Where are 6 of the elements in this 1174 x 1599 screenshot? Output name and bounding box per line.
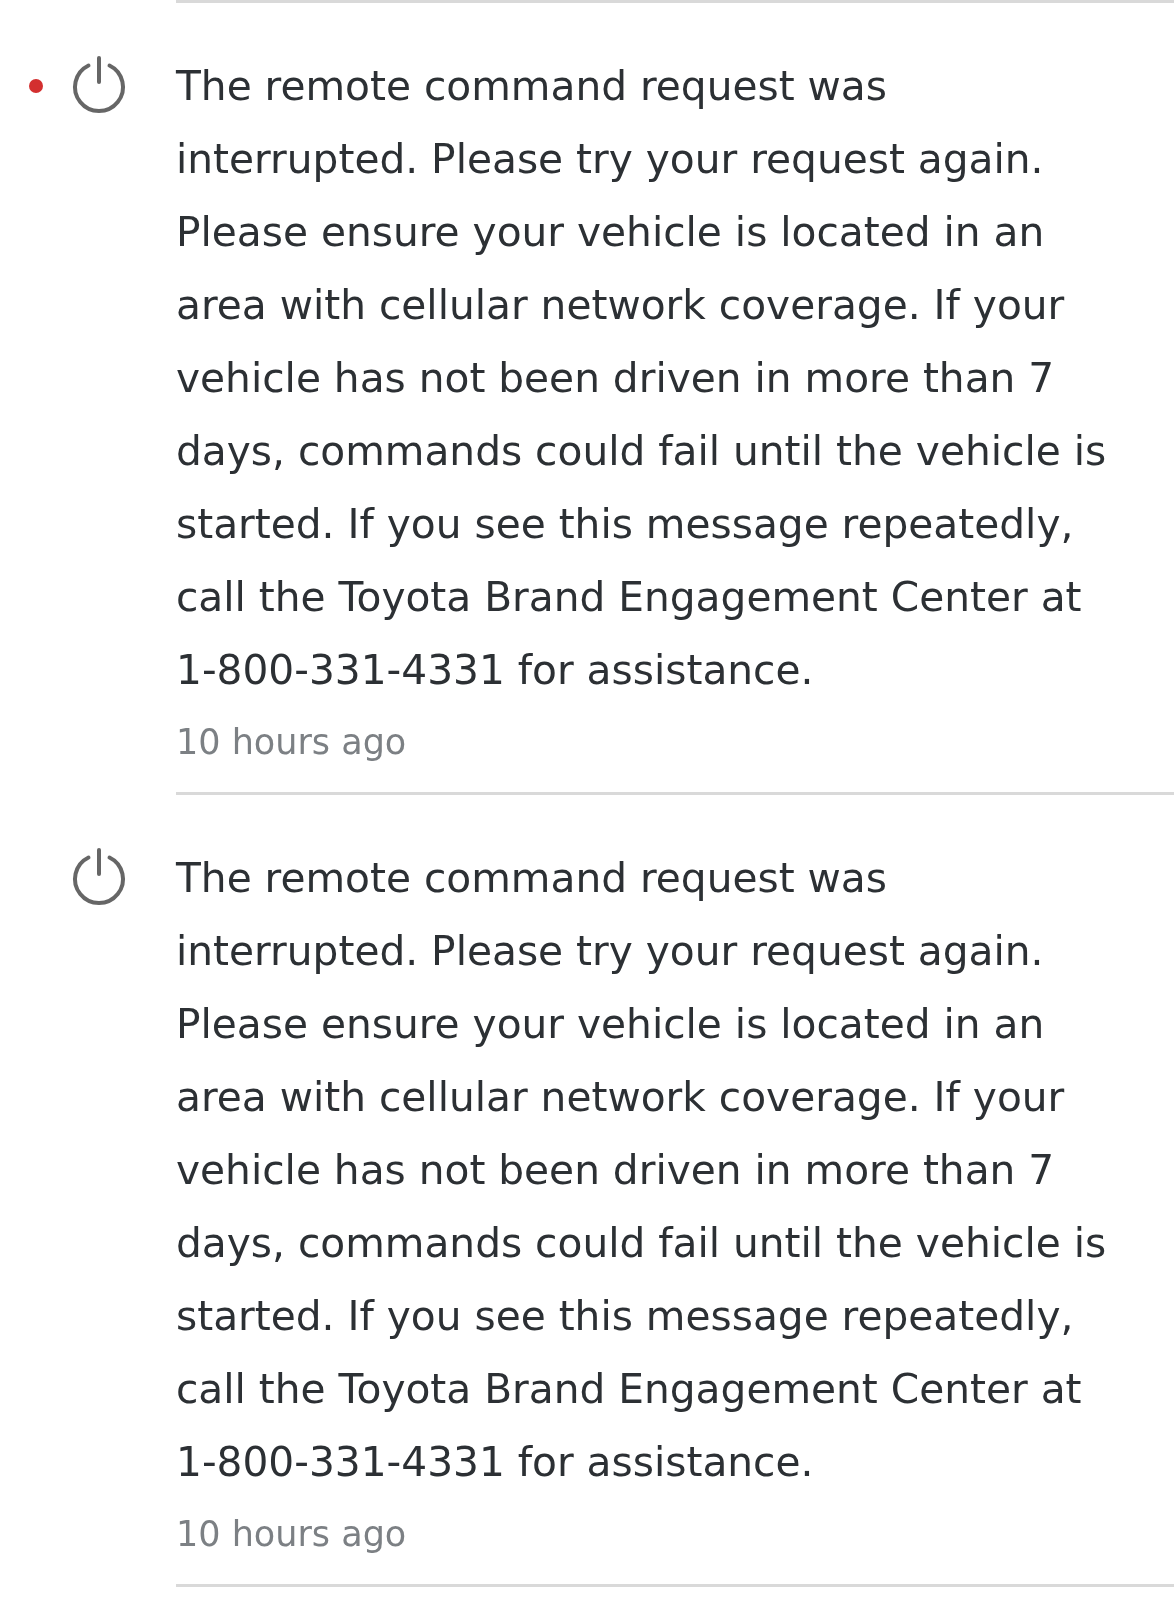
notification-time: 10 hours ago [176,1513,408,1556]
notification-message: The remote command request was interrupted. Please try your request again. Please ensure your vehicle is located in an area with cellular network coverage. If your vehicle has not been driven in more than 7 days, commands could fail until the vehicle is started. If you see this message repeatedly, call the Toyota Brand Engagement Center at 1-800-331-4331 for assistance. [176,853,1108,1488]
power-icon [70,56,128,116]
power-icon [70,848,128,908]
notification-time: 10 hours ago [176,721,408,764]
notification-message: The remote command request was interrupted. Please try your request again. Please ensure your vehicle is located in an area with cellular network coverage. If your vehicle has not been driven in more than 7 days, commands could fail until the vehicle is started. If you see this message repeatedly, call the Toyota Brand Engagement Center at 1-800-331-4331 for assistance. [176,61,1108,696]
